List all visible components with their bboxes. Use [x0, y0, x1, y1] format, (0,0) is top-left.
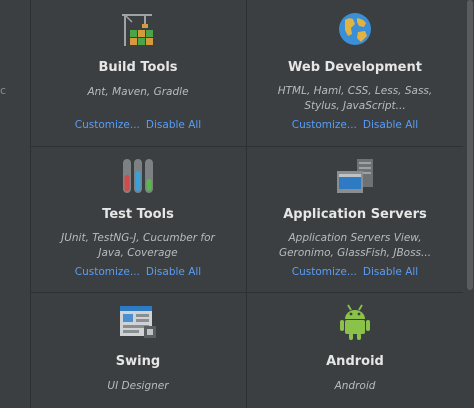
plugin-card-build-tools: Build Tools Ant, Maven, Gradle Customize…	[30, 0, 246, 146]
plugin-card-test-tools: Test Tools JUnit, TestNG-J, Cucumber for…	[30, 147, 246, 292]
plugin-description: Android	[334, 380, 376, 392]
customize-link[interactable]: Customize...	[292, 266, 357, 278]
left-strip-text: c	[0, 84, 7, 97]
plugin-description: Application Servers View, Geronimo, Glas…	[278, 232, 432, 259]
plugin-description: Ant, Maven, Gradle	[87, 86, 189, 98]
plugin-grid: Build Tools Ant, Maven, Gradle Customize…	[30, 0, 463, 408]
plugin-description: UI Designer	[107, 380, 169, 392]
plugin-description: HTML, Haml, CSS, Less, Sass, Stylus, Jav…	[277, 85, 433, 112]
plugin-title: Test Tools	[102, 207, 174, 222]
test-tubes-icon	[118, 157, 158, 197]
plugin-card-swing: Swing UI Designer	[30, 293, 246, 408]
customize-link[interactable]: Customize...	[75, 119, 140, 131]
disable-all-link[interactable]: Disable All	[363, 266, 418, 278]
disable-all-link[interactable]: Disable All	[363, 119, 418, 131]
plugin-title: Build Tools	[98, 60, 178, 75]
swing-designer-icon	[118, 302, 158, 342]
plugins-panel: c Build Tools Ant, Maven, Gradle Customi…	[0, 0, 474, 408]
plugin-description: JUnit, TestNG-J, Cucumber for Java, Cove…	[61, 232, 215, 259]
plugin-title: Application Servers	[283, 207, 427, 222]
disable-all-link[interactable]: Disable All	[146, 266, 201, 278]
scrollbar-thumb[interactable]	[467, 0, 473, 290]
disable-all-link[interactable]: Disable All	[146, 119, 201, 131]
plugin-title: Android	[326, 354, 384, 369]
android-icon	[335, 302, 375, 342]
plugin-card-application-servers: Application Servers Application Servers …	[247, 147, 463, 292]
vertical-scrollbar[interactable]	[466, 0, 474, 408]
plugin-card-android: Android Android	[247, 293, 463, 408]
plugin-title: Swing	[115, 354, 161, 369]
build-tools-icon	[118, 10, 158, 50]
plugin-actions: Customize... Disable All	[247, 266, 463, 278]
plugin-title: Web Development	[288, 60, 422, 75]
plugin-actions: Customize... Disable All	[30, 119, 246, 131]
plugin-actions: Customize... Disable All	[30, 266, 246, 278]
customize-link[interactable]: Customize...	[292, 119, 357, 131]
plugin-card-web-development: Web Development HTML, Haml, CSS, Less, S…	[247, 0, 463, 146]
left-column-strip: c	[0, 0, 30, 408]
customize-link[interactable]: Customize...	[75, 266, 140, 278]
server-icon	[335, 157, 375, 197]
globe-icon	[335, 10, 375, 50]
plugin-actions: Customize... Disable All	[247, 119, 463, 131]
